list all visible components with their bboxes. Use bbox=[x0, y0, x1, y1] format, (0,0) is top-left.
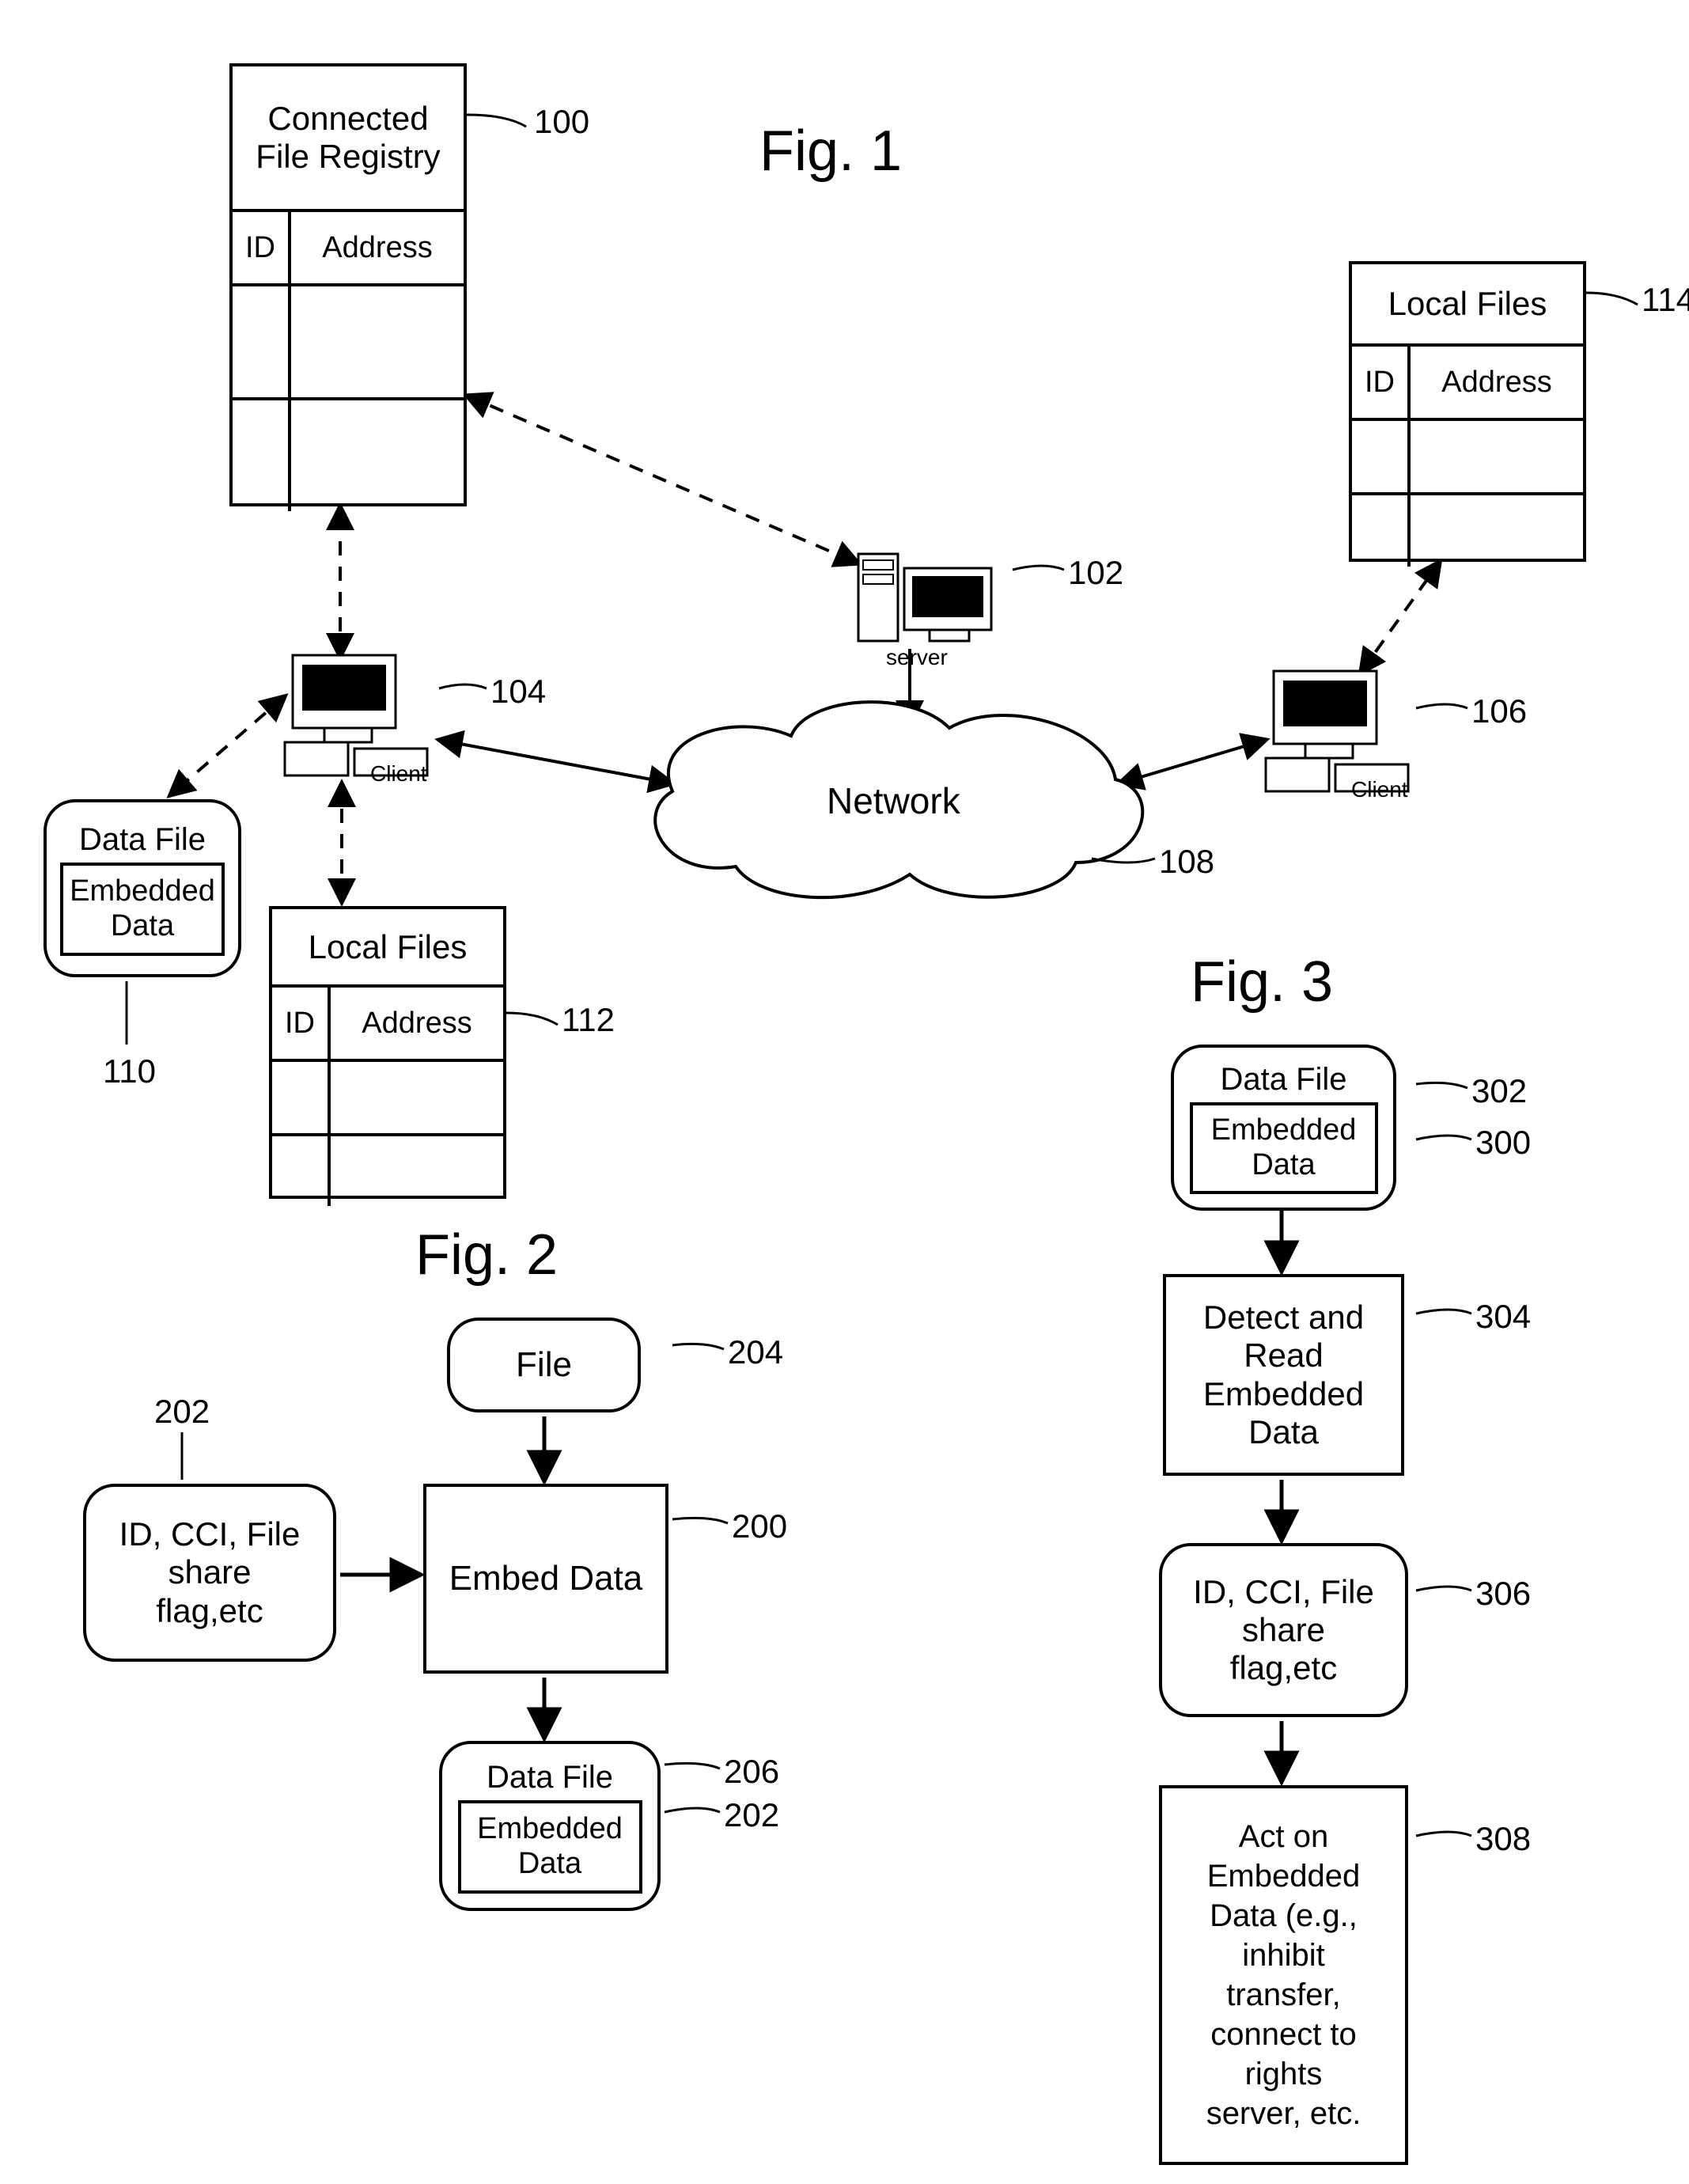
lf112-id-header: ID bbox=[272, 988, 331, 1059]
ref-100: 100 bbox=[534, 103, 589, 141]
id-cci-306: ID, CCI, File share flag,etc bbox=[1159, 1543, 1408, 1717]
lf114-id-header: ID bbox=[1352, 347, 1411, 418]
embed-data-200: Embed Data bbox=[423, 1484, 668, 1674]
ref-304: 304 bbox=[1475, 1298, 1531, 1336]
lf114-address-header: Address bbox=[1411, 347, 1583, 418]
embedded-data-206: Embedded Data bbox=[458, 1800, 642, 1894]
ref-308: 308 bbox=[1475, 1820, 1531, 1858]
id-cci-202: ID, CCI, File share flag,etc bbox=[83, 1484, 336, 1662]
ref-108: 108 bbox=[1159, 843, 1214, 881]
registry-id-header: ID bbox=[233, 212, 291, 283]
ref-202a: 202 bbox=[154, 1393, 210, 1431]
server-label: server bbox=[886, 645, 948, 670]
ref-204: 204 bbox=[728, 1333, 783, 1371]
local-files-112-title: Local Files bbox=[272, 909, 503, 984]
ref-114: 114 bbox=[1642, 281, 1689, 319]
ref-202b: 202 bbox=[724, 1796, 779, 1834]
registry-title: Connected File Registry bbox=[233, 66, 464, 209]
ref-206: 206 bbox=[724, 1753, 779, 1791]
act-on-308: Act on Embedded Data (e.g., inhibit tran… bbox=[1159, 1785, 1408, 2165]
file-204: File bbox=[447, 1318, 641, 1412]
ref-106: 106 bbox=[1471, 692, 1527, 730]
figure-3-title: Fig. 3 bbox=[1191, 950, 1333, 1014]
local-files-114: Local Files ID Address bbox=[1349, 261, 1586, 562]
data-file-302-title: Data File bbox=[1220, 1061, 1346, 1102]
client-106-label: Client bbox=[1351, 777, 1408, 802]
data-file-110-title: Data File bbox=[79, 821, 206, 863]
ref-302: 302 bbox=[1471, 1072, 1527, 1110]
ref-200: 200 bbox=[732, 1507, 787, 1545]
local-files-112: Local Files ID Address bbox=[269, 906, 506, 1199]
ref-300: 300 bbox=[1475, 1124, 1531, 1162]
figure-2-title: Fig. 2 bbox=[415, 1223, 558, 1287]
embedded-data-300: Embedded Data bbox=[1190, 1102, 1378, 1194]
network-label: Network bbox=[827, 779, 960, 822]
ref-102: 102 bbox=[1068, 554, 1123, 592]
detect-read-304: Detect and Read Embedded Data bbox=[1163, 1274, 1404, 1476]
data-file-206-title: Data File bbox=[487, 1759, 613, 1800]
local-files-114-title: Local Files bbox=[1352, 264, 1583, 343]
figure-1-title: Fig. 1 bbox=[759, 119, 902, 184]
connected-file-registry: Connected File Registry ID Address bbox=[229, 63, 467, 506]
ref-306: 306 bbox=[1475, 1575, 1531, 1613]
registry-address-header: Address bbox=[291, 212, 464, 283]
data-file-110: Data File Embedded Data bbox=[44, 799, 241, 977]
ref-104: 104 bbox=[490, 673, 546, 711]
lf112-address-header: Address bbox=[331, 988, 503, 1059]
ref-110: 110 bbox=[103, 1052, 156, 1090]
ref-112: 112 bbox=[562, 1001, 615, 1039]
embedded-data-110: Embedded Data bbox=[60, 863, 225, 956]
client-104-label: Client bbox=[370, 761, 427, 787]
data-file-206: Data File Embedded Data bbox=[439, 1741, 661, 1911]
data-file-302: Data File Embedded Data bbox=[1171, 1045, 1396, 1211]
